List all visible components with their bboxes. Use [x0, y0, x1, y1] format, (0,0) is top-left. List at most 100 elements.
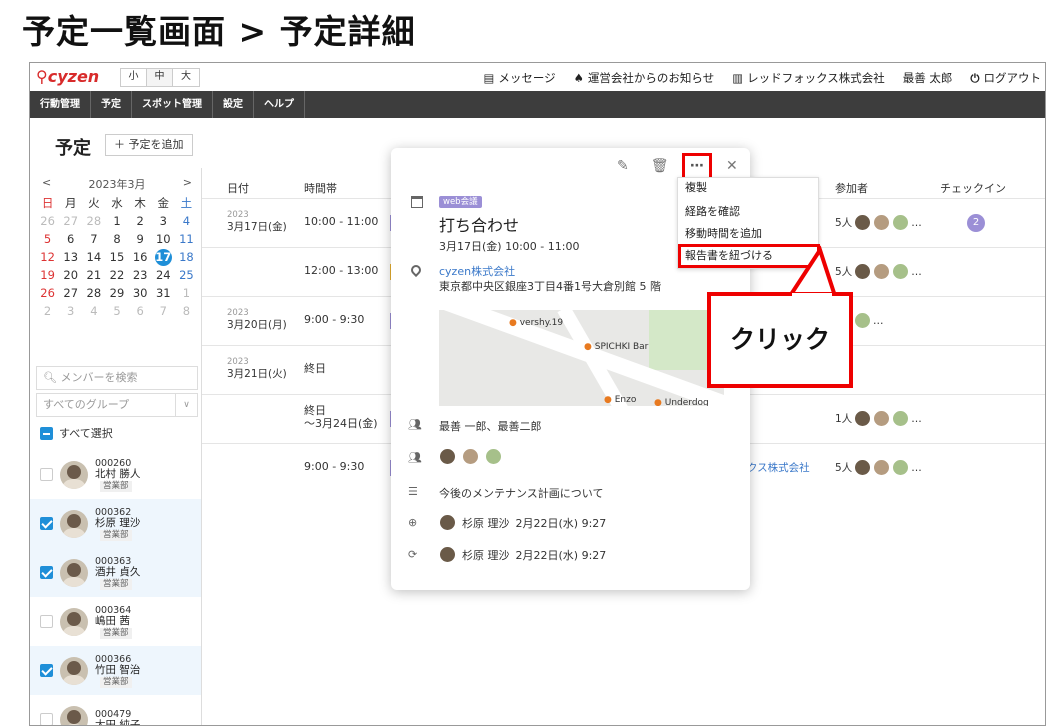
calendar-day[interactable]: 22	[105, 267, 128, 284]
avatar	[873, 263, 891, 280]
location-map[interactable]: ● vershy.19 ● SPICHKI Bar ● Enzo ● Under…	[439, 310, 724, 406]
checkbox-icon[interactable]	[40, 566, 53, 579]
menu-item-route[interactable]: 経路を確認	[685, 203, 740, 219]
member-item[interactable]: 000366 竹田 智治 営業部	[30, 646, 201, 695]
calendar-day[interactable]: 15	[105, 249, 128, 266]
calendar-day[interactable]: 13	[59, 249, 82, 266]
calendar-day[interactable]: 10	[152, 231, 175, 248]
calendar-day[interactable]: 20	[59, 267, 82, 284]
font-size-small[interactable]: 小	[121, 69, 147, 86]
calendar-day[interactable]: 1	[105, 213, 128, 230]
company-link[interactable]: ▥ レッドフォックス株式会社	[732, 70, 885, 86]
checkbox-icon[interactable]	[40, 468, 53, 481]
calendar-day[interactable]: 4	[82, 303, 105, 320]
calendar-day[interactable]: 29	[105, 285, 128, 302]
calendar-day[interactable]: 27	[59, 285, 82, 302]
member-item[interactable]: 000260 北村 勝人 営業部	[30, 450, 201, 499]
calendar-day[interactable]: 25	[175, 267, 198, 284]
place-link[interactable]: cyzen株式会社	[439, 263, 515, 279]
member-name: 嶋田 茜	[95, 614, 130, 627]
calendar-day[interactable]: 14	[82, 249, 105, 266]
calendar-day[interactable]: 2	[36, 303, 59, 320]
checkbox-icon[interactable]	[40, 664, 53, 677]
main-nav: 行動管理 予定 スポット管理 設定 ヘルプ	[30, 91, 1045, 118]
col-header-participants[interactable]: 参加者	[835, 180, 868, 196]
calendar-day[interactable]: 27	[59, 213, 82, 230]
calendar-day[interactable]: 8	[105, 231, 128, 248]
checkbox-icon[interactable]	[40, 615, 53, 628]
calendar-day[interactable]: 31	[152, 285, 175, 302]
calendar-day[interactable]: 4	[175, 213, 198, 230]
nav-settings[interactable]: 設定	[213, 91, 254, 118]
member-item[interactable]: 000362 杉原 理沙 営業部	[30, 499, 201, 548]
calendar-day[interactable]: 17	[154, 249, 172, 266]
calendar-day[interactable]: 8	[175, 303, 198, 320]
group-select[interactable]: すべてのグループ ∨	[36, 393, 198, 417]
nav-schedule[interactable]: 予定	[91, 91, 132, 118]
schedule-datetime: 3月17日(金) 10:00 - 11:00	[439, 240, 580, 253]
calendar-day[interactable]: 26	[36, 285, 59, 302]
col-header-date[interactable]: 日付	[227, 180, 249, 196]
font-size-medium[interactable]: 中	[147, 69, 173, 86]
calendar-day[interactable]: 30	[129, 285, 152, 302]
calendar-day[interactable]: 16	[129, 249, 152, 266]
nav-help[interactable]: ヘルプ	[254, 91, 305, 118]
calendar-day[interactable]: 9	[129, 231, 152, 248]
calendar-day[interactable]: 21	[82, 267, 105, 284]
calendar-day[interactable]: 7	[82, 231, 105, 248]
calendar-day[interactable]: 26	[36, 213, 59, 230]
nav-activity[interactable]: 行動管理	[30, 91, 91, 118]
nav-spot[interactable]: スポット管理	[132, 91, 213, 118]
col-header-checkin[interactable]: チェックイン	[940, 180, 1006, 196]
member-search-input[interactable]: 🔍︎ メンバーを検索	[36, 366, 198, 390]
avatar	[439, 546, 456, 563]
calendar-day[interactable]: 2	[129, 213, 152, 230]
calendar-day[interactable]: 6	[59, 231, 82, 248]
calendar-next-button[interactable]: >	[183, 176, 192, 194]
member-dept: 営業部	[100, 529, 132, 541]
calendar-day[interactable]: 7	[152, 303, 175, 320]
click-callout: クリック	[707, 292, 853, 388]
menu-item-duplicate[interactable]: 複製	[685, 179, 707, 195]
cyzen-logo[interactable]: ⚲cyzen	[36, 67, 99, 86]
checkbox-icon[interactable]	[40, 713, 53, 725]
user-name[interactable]: 最善 太郎	[903, 70, 953, 86]
calendar-day[interactable]: 3	[152, 213, 175, 230]
messages-link[interactable]: ▤ メッセージ	[483, 70, 555, 86]
add-schedule-button[interactable]: ＋ 予定を追加	[105, 134, 193, 156]
participant-count: 1人	[835, 413, 853, 425]
logout-link[interactable]: ⏻ ログアウト	[970, 70, 1041, 86]
trash-icon[interactable]: 🗑︎	[651, 158, 669, 174]
col-header-time[interactable]: 時間帯	[304, 180, 337, 196]
menu-item-link-report[interactable]: 報告書を紐づける	[678, 244, 820, 268]
member-item[interactable]: 000364 嶋田 茜営業部	[30, 597, 201, 646]
member-item[interactable]: 000363 酒井 貞久 営業部	[30, 548, 201, 597]
close-icon[interactable]: ✕	[726, 158, 738, 174]
members-text: 最善 一郎、最善二郎	[439, 420, 542, 433]
calendar-day[interactable]: 28	[82, 285, 105, 302]
select-all-checkbox[interactable]: すべて選択	[40, 425, 113, 441]
calendar-day[interactable]: 6	[129, 303, 152, 320]
calendar-prev-button[interactable]: <	[42, 176, 51, 194]
notices-link[interactable]: ♠ 運営会社からのお知らせ	[574, 70, 715, 86]
building-icon: ▥	[732, 71, 744, 85]
calendar-day[interactable]: 1	[175, 285, 198, 302]
calendar-day[interactable]: 28	[82, 213, 105, 230]
member-item[interactable]: 000479 太田 純子	[30, 695, 201, 725]
menu-item-travel-time[interactable]: 移動時間を追加	[685, 225, 762, 241]
edit-icon[interactable]: ✎	[617, 158, 629, 174]
calendar-day[interactable]: 12	[36, 249, 59, 266]
checkbox-icon[interactable]	[40, 517, 53, 530]
font-size-large[interactable]: 大	[173, 69, 199, 86]
avatar	[873, 214, 891, 231]
calendar-day[interactable]: 3	[59, 303, 82, 320]
calendar-day[interactable]: 5	[105, 303, 128, 320]
calendar-day[interactable]: 23	[129, 267, 152, 284]
calendar-day[interactable]: 5	[36, 231, 59, 248]
calendar-day[interactable]: 24	[152, 267, 175, 284]
row-date: 2023 3月20日(月)	[227, 307, 287, 331]
calendar-day[interactable]: 19	[36, 267, 59, 284]
calendar-day[interactable]: 18	[175, 249, 198, 266]
calendar-day[interactable]: 11	[175, 231, 198, 248]
row-company-link[interactable]: クス株式会社	[747, 460, 810, 475]
